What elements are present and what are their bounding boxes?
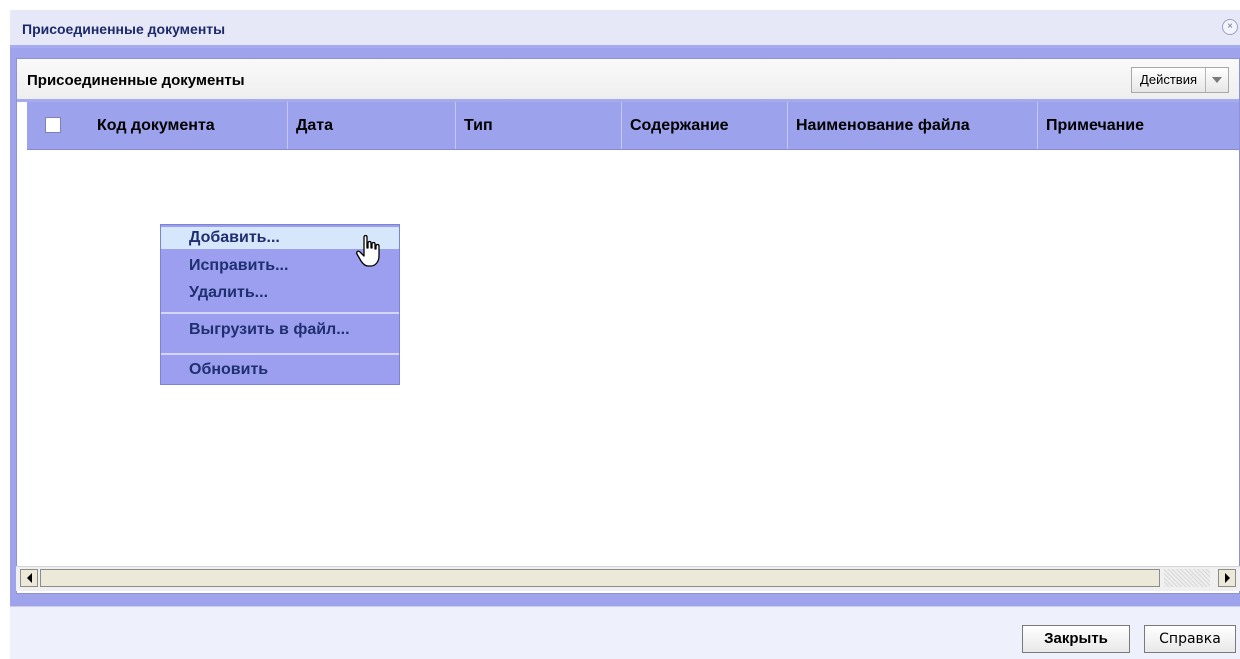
column-header-type[interactable]: Тип xyxy=(455,102,621,149)
scroll-thumb[interactable] xyxy=(40,569,1160,587)
dialog-title: Присоединенные документы xyxy=(22,21,226,37)
column-header-filename[interactable]: Наименование файла xyxy=(787,102,1037,149)
menu-item-export[interactable]: Выгрузить в файл... xyxy=(161,319,399,341)
menu-separator xyxy=(161,353,399,355)
column-header-date[interactable]: Дата xyxy=(287,102,455,149)
dialog-footer: Закрыть Справка xyxy=(10,606,1240,659)
arrow-left-icon xyxy=(26,573,32,583)
scroll-left-button[interactable] xyxy=(20,569,38,587)
column-header-doc-code[interactable]: Код документа xyxy=(89,102,287,149)
column-header-note[interactable]: Примечание xyxy=(1037,102,1239,149)
grid-header: Код документа Дата Тип Содержание Наимен… xyxy=(27,102,1239,150)
select-all-checkbox[interactable] xyxy=(45,117,61,133)
menu-separator xyxy=(161,312,399,314)
horizontal-scrollbar[interactable] xyxy=(16,566,1240,591)
close-icon[interactable]: × xyxy=(1222,19,1238,35)
dialog-titlebar: Присоединенные документы × xyxy=(10,10,1240,48)
scroll-right-button[interactable] xyxy=(1218,569,1236,587)
close-button[interactable]: Закрыть xyxy=(1022,625,1130,653)
chevron-down-icon[interactable] xyxy=(1206,68,1228,92)
scroll-track[interactable] xyxy=(1164,569,1210,587)
actions-button[interactable]: Действия xyxy=(1131,67,1229,93)
panel-header: Присоединенные документы Действия xyxy=(17,59,1239,102)
dialog-window: Присоединенные документы × Присоединенны… xyxy=(0,0,1240,659)
hand-cursor-icon xyxy=(356,234,380,267)
arrow-right-icon xyxy=(1224,573,1230,583)
help-button[interactable]: Справка xyxy=(1144,625,1236,653)
menu-item-refresh[interactable]: Обновить xyxy=(161,359,399,381)
actions-label[interactable]: Действия xyxy=(1132,68,1206,92)
panel-title: Присоединенные документы xyxy=(27,72,245,89)
menu-item-delete[interactable]: Удалить... xyxy=(161,282,399,304)
column-header-content[interactable]: Содержание xyxy=(621,102,787,149)
